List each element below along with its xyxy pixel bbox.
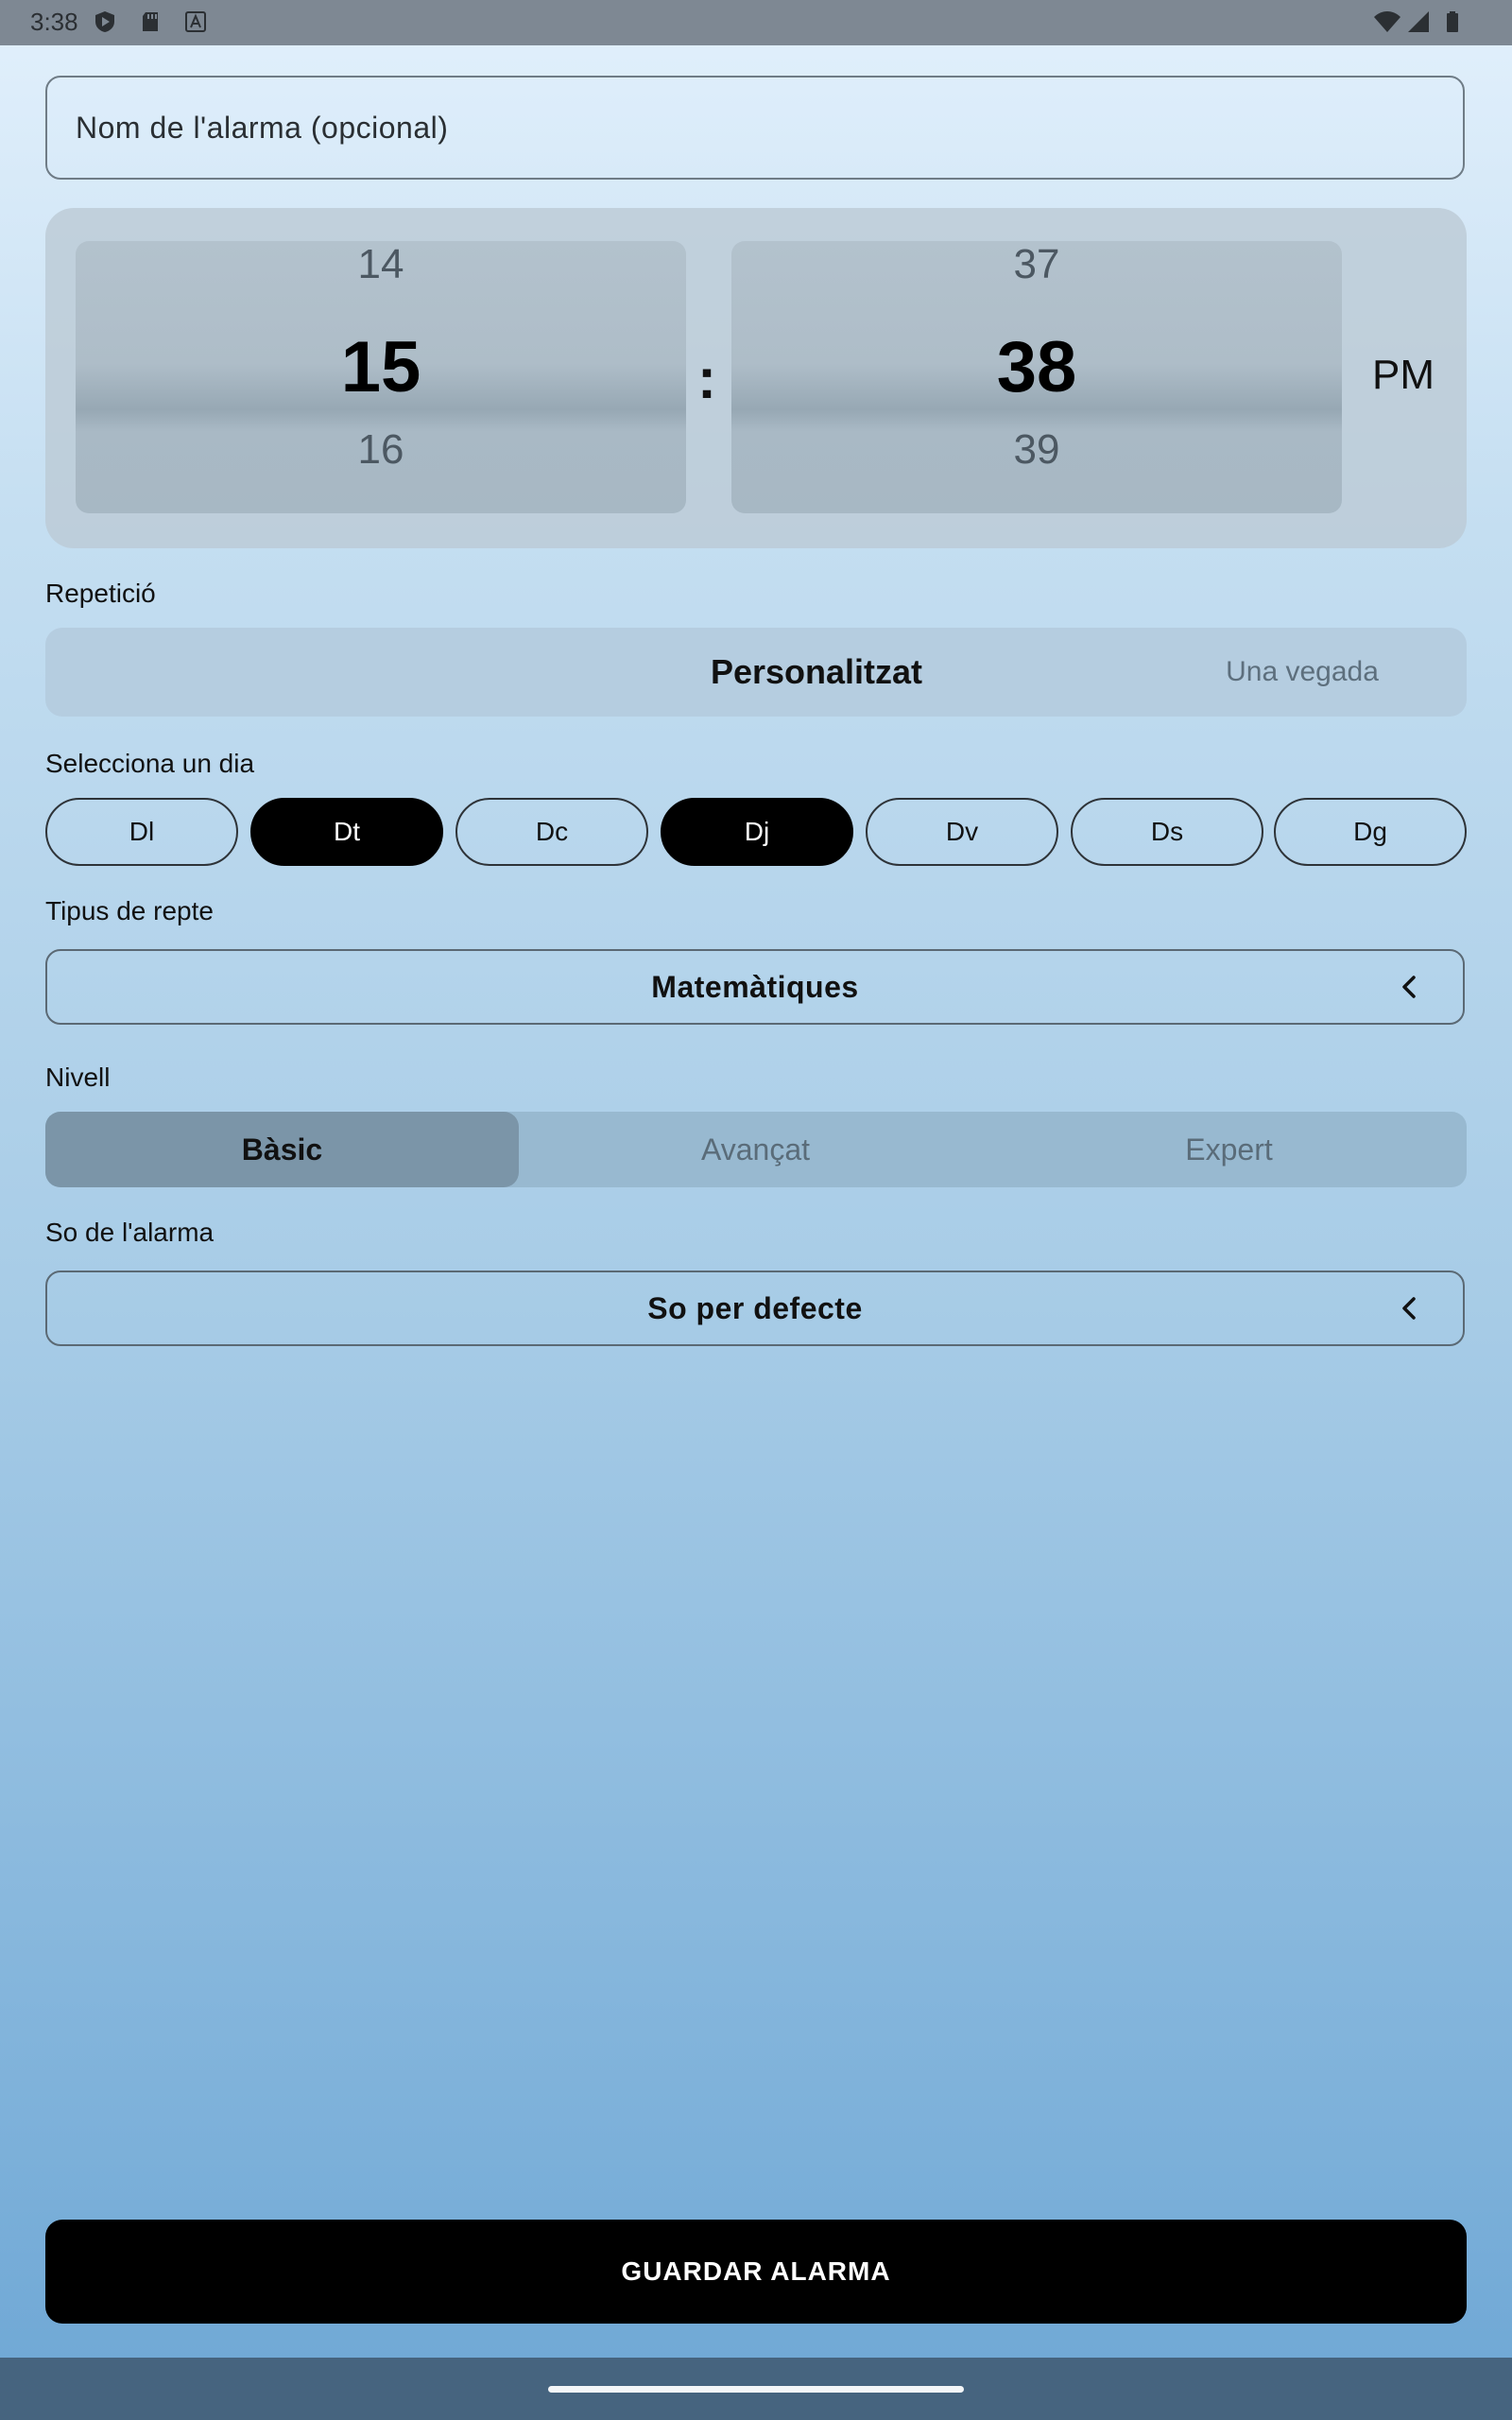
hour-wheel[interactable]: 14 15 16 bbox=[76, 241, 686, 513]
shield-play-icon bbox=[95, 11, 114, 32]
alarm-sound-value: So per defecte bbox=[647, 1291, 863, 1325]
level-label: Nivell bbox=[45, 1063, 111, 1092]
hour-selected[interactable]: 15 bbox=[76, 326, 686, 408]
minute-selected[interactable]: 38 bbox=[731, 326, 1342, 408]
wifi-icon bbox=[1374, 11, 1400, 32]
alarm-name-input[interactable] bbox=[45, 76, 1465, 180]
hour-prev[interactable]: 14 bbox=[76, 241, 686, 288]
day-selector-label: Selecciona un dia bbox=[45, 749, 255, 778]
repetition-option-custom[interactable]: Personalitzat bbox=[665, 652, 968, 692]
day-button-dj[interactable]: Dj bbox=[661, 798, 853, 866]
alarm-sound-label: So de l'alarma bbox=[45, 1218, 215, 1247]
alarm-sound-dropdown[interactable]: So per defecte bbox=[45, 1270, 1465, 1346]
level-option-basic[interactable]: Bàsic bbox=[45, 1112, 519, 1187]
day-button-dg[interactable]: Dg bbox=[1274, 798, 1467, 866]
minute-wheel[interactable]: 37 38 39 bbox=[731, 241, 1342, 513]
time-separator: : bbox=[697, 347, 716, 410]
font-a-icon bbox=[185, 11, 206, 32]
navigation-bar bbox=[0, 2358, 1512, 2420]
level-selector: Bàsic Avançat Expert bbox=[45, 1112, 1467, 1187]
challenge-type-dropdown[interactable]: Matemàtiques bbox=[45, 949, 1465, 1025]
day-button-dl[interactable]: Dl bbox=[45, 798, 238, 866]
status-time: 3:38 bbox=[30, 8, 78, 36]
challenge-type-value: Matemàtiques bbox=[651, 970, 859, 1004]
level-option-expert[interactable]: Expert bbox=[992, 1112, 1466, 1187]
save-alarm-button[interactable]: GUARDAR ALARMA bbox=[45, 2220, 1467, 2324]
chevron-left-icon bbox=[1402, 1297, 1416, 1320]
repetition-label: Repetició bbox=[45, 579, 156, 608]
day-button-dc[interactable]: Dc bbox=[455, 798, 648, 866]
sd-card-icon bbox=[143, 12, 158, 31]
am-pm-indicator[interactable]: PM bbox=[1372, 352, 1435, 399]
challenge-type-label: Tipus de repte bbox=[45, 896, 214, 925]
home-gesture-handle[interactable] bbox=[548, 2386, 964, 2393]
day-button-dt[interactable]: Dt bbox=[250, 798, 443, 866]
day-button-dv[interactable]: Dv bbox=[866, 798, 1058, 866]
status-bar: 3:38 bbox=[0, 0, 1512, 45]
repetition-option-once[interactable]: Una vegada bbox=[1160, 656, 1444, 688]
signal-icon bbox=[1408, 11, 1429, 32]
chevron-left-icon bbox=[1402, 976, 1416, 998]
minute-prev[interactable]: 37 bbox=[731, 241, 1342, 288]
day-selector: Dl Dt Dc Dj Dv Ds Dg bbox=[45, 798, 1467, 866]
hour-next[interactable]: 16 bbox=[76, 426, 686, 474]
time-picker: 14 15 16 : 37 38 39 PM bbox=[45, 208, 1467, 548]
level-option-advanced[interactable]: Avançat bbox=[519, 1112, 992, 1187]
minute-next[interactable]: 39 bbox=[731, 426, 1342, 474]
repetition-selector: Personalitzat Una vegada bbox=[45, 628, 1467, 717]
battery-icon bbox=[1447, 11, 1458, 32]
day-button-ds[interactable]: Ds bbox=[1071, 798, 1263, 866]
